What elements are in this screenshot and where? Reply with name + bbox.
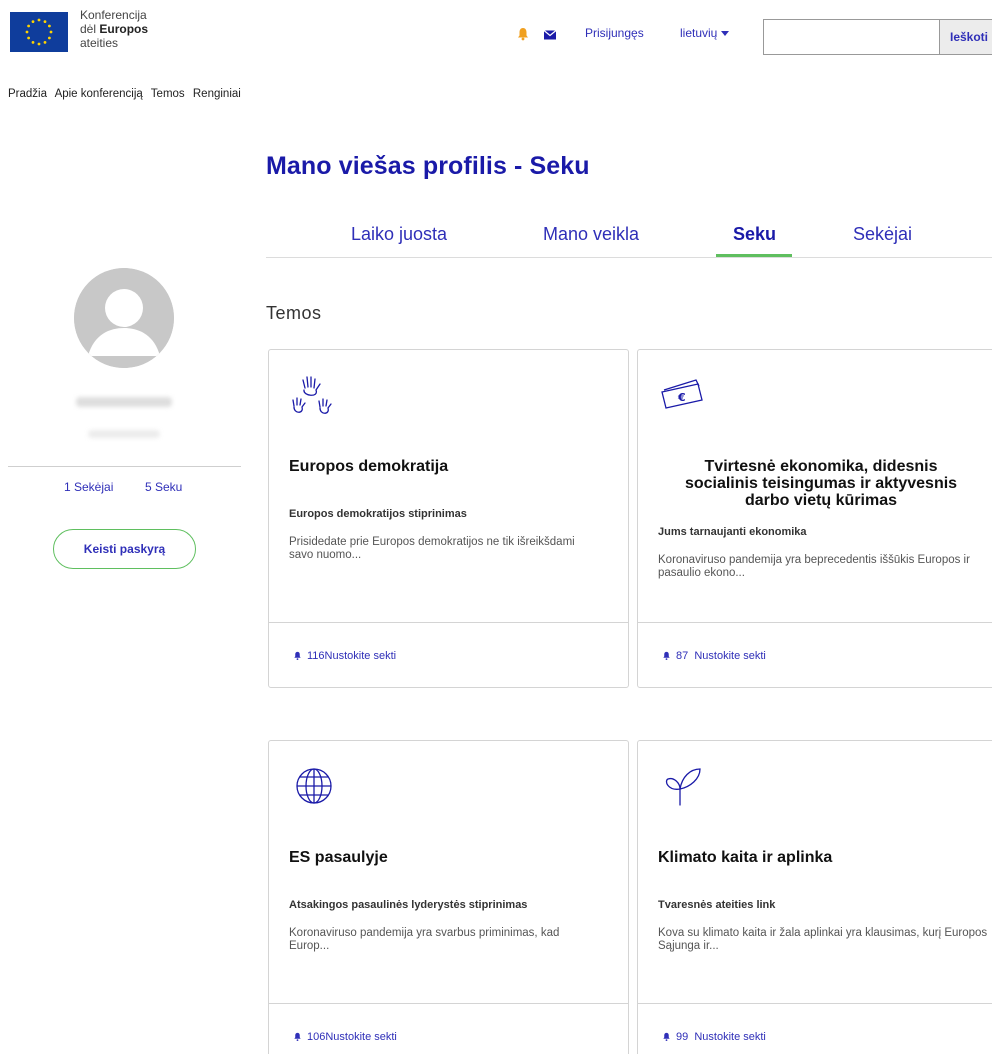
- card-subtitle: Jums tarnaujanti ekonomika: [658, 526, 807, 538]
- mail-icon[interactable]: [543, 29, 557, 41]
- topic-card-economy[interactable]: € Tvirtesnė ekonomika, didesnis socialin…: [637, 349, 992, 688]
- card-subtitle: Tvaresnės ateities link: [658, 899, 776, 911]
- tab-timeline[interactable]: Laiko juosta: [351, 224, 447, 258]
- svg-text:€: €: [677, 391, 686, 404]
- bell-icon: [294, 1032, 301, 1041]
- unfollow-link[interactable]: 106Nustokite sekti: [307, 1031, 397, 1043]
- card-description: Koronaviruso pandemija yra beprecedentis…: [658, 554, 970, 579]
- main-nav: Pradžia Apie konferenciją Temos Renginia…: [8, 88, 246, 100]
- hands-icon: [292, 376, 332, 414]
- card-footer: 87 Nustokite sekti: [638, 622, 992, 688]
- card-description: Kova su klimato kaita ir žala aplinkai y…: [658, 927, 988, 952]
- card-subtitle: Europos demokratijos stiprinimas: [289, 508, 467, 520]
- card-title: Tvirtesnė ekonomika, didesnis socialinis…: [684, 458, 958, 509]
- nav-item-events[interactable]: Renginiai: [193, 88, 241, 100]
- followers-link[interactable]: 1 Sekėjai: [64, 480, 113, 494]
- card-title: ES pasaulyje: [289, 849, 388, 866]
- section-title: Temos: [266, 303, 322, 323]
- globe-icon: [296, 768, 332, 804]
- sprout-icon: [665, 768, 701, 806]
- login-link[interactable]: Prisijungęs: [585, 26, 644, 40]
- eu-flag-logo[interactable]: [10, 12, 68, 52]
- tab-following[interactable]: Seku: [733, 224, 776, 258]
- active-tab-indicator: [716, 254, 792, 257]
- topic-card-eu-world[interactable]: ES pasaulyje Atsakingos pasaulinės lyder…: [268, 740, 629, 1054]
- logo-line-2: dėl Europos: [80, 22, 149, 36]
- user-name-blurred: [76, 397, 172, 407]
- topic-card-climate[interactable]: Klimato kaita ir aplinka Tvaresnės ateit…: [637, 740, 992, 1054]
- avatar: [74, 268, 174, 368]
- bell-icon[interactable]: [516, 27, 530, 41]
- bell-icon: [663, 651, 670, 660]
- bell-icon: [294, 651, 301, 660]
- sidebar-divider: [8, 466, 241, 467]
- nav-item-topics[interactable]: Temos: [151, 88, 185, 100]
- user-email-blurred: [88, 430, 160, 438]
- page-title: Mano viešas profilis - Seku: [266, 152, 590, 180]
- language-dropdown[interactable]: lietuvių: [680, 26, 730, 40]
- unfollow-link[interactable]: 116Nustokite sekti: [307, 650, 396, 662]
- following-link[interactable]: 5 Seku: [145, 480, 182, 494]
- site-logo-text[interactable]: Konferencija dėl Europos ateities: [80, 8, 148, 50]
- search-input[interactable]: [763, 19, 939, 55]
- card-title: Klimato kaita ir aplinka: [658, 849, 833, 866]
- logo-line-3: ateities: [80, 36, 119, 50]
- bell-icon: [663, 1032, 670, 1041]
- logo-line-1: Konferencija: [80, 8, 147, 22]
- card-title: Europos demokratija: [289, 458, 449, 475]
- card-footer: 99 Nustokite sekti: [638, 1003, 992, 1054]
- card-footer: 116Nustokite sekti: [269, 622, 628, 688]
- nav-item-home[interactable]: Pradžia: [8, 88, 47, 100]
- search-button[interactable]: Ieškoti: [939, 19, 992, 55]
- edit-account-button[interactable]: Keisti paskyrą: [53, 529, 196, 569]
- card-footer: 106Nustokite sekti: [269, 1003, 628, 1054]
- chevron-down-icon: [721, 31, 730, 37]
- unfollow-link[interactable]: 87 Nustokite sekti: [676, 650, 766, 662]
- profile-tabs: Laiko juosta Mano veikla Seku Sekėjai: [266, 224, 992, 258]
- euro-bill-icon: €: [661, 379, 703, 409]
- tab-my-activity[interactable]: Mano veikla: [543, 224, 639, 258]
- unfollow-link[interactable]: 99 Nustokite sekti: [676, 1031, 766, 1043]
- nav-item-about[interactable]: Apie konferenciją: [55, 88, 143, 100]
- card-subtitle: Atsakingos pasaulinės lyderystės stiprin…: [289, 899, 528, 911]
- topic-card-democracy[interactable]: Europos demokratija Europos demokratijos…: [268, 349, 629, 688]
- card-description: Prisidedate prie Europos demokratijos ne…: [289, 536, 575, 561]
- tab-followers[interactable]: Sekėjai: [853, 224, 912, 258]
- card-description: Koronaviruso pandemija yra svarbus primi…: [289, 927, 560, 952]
